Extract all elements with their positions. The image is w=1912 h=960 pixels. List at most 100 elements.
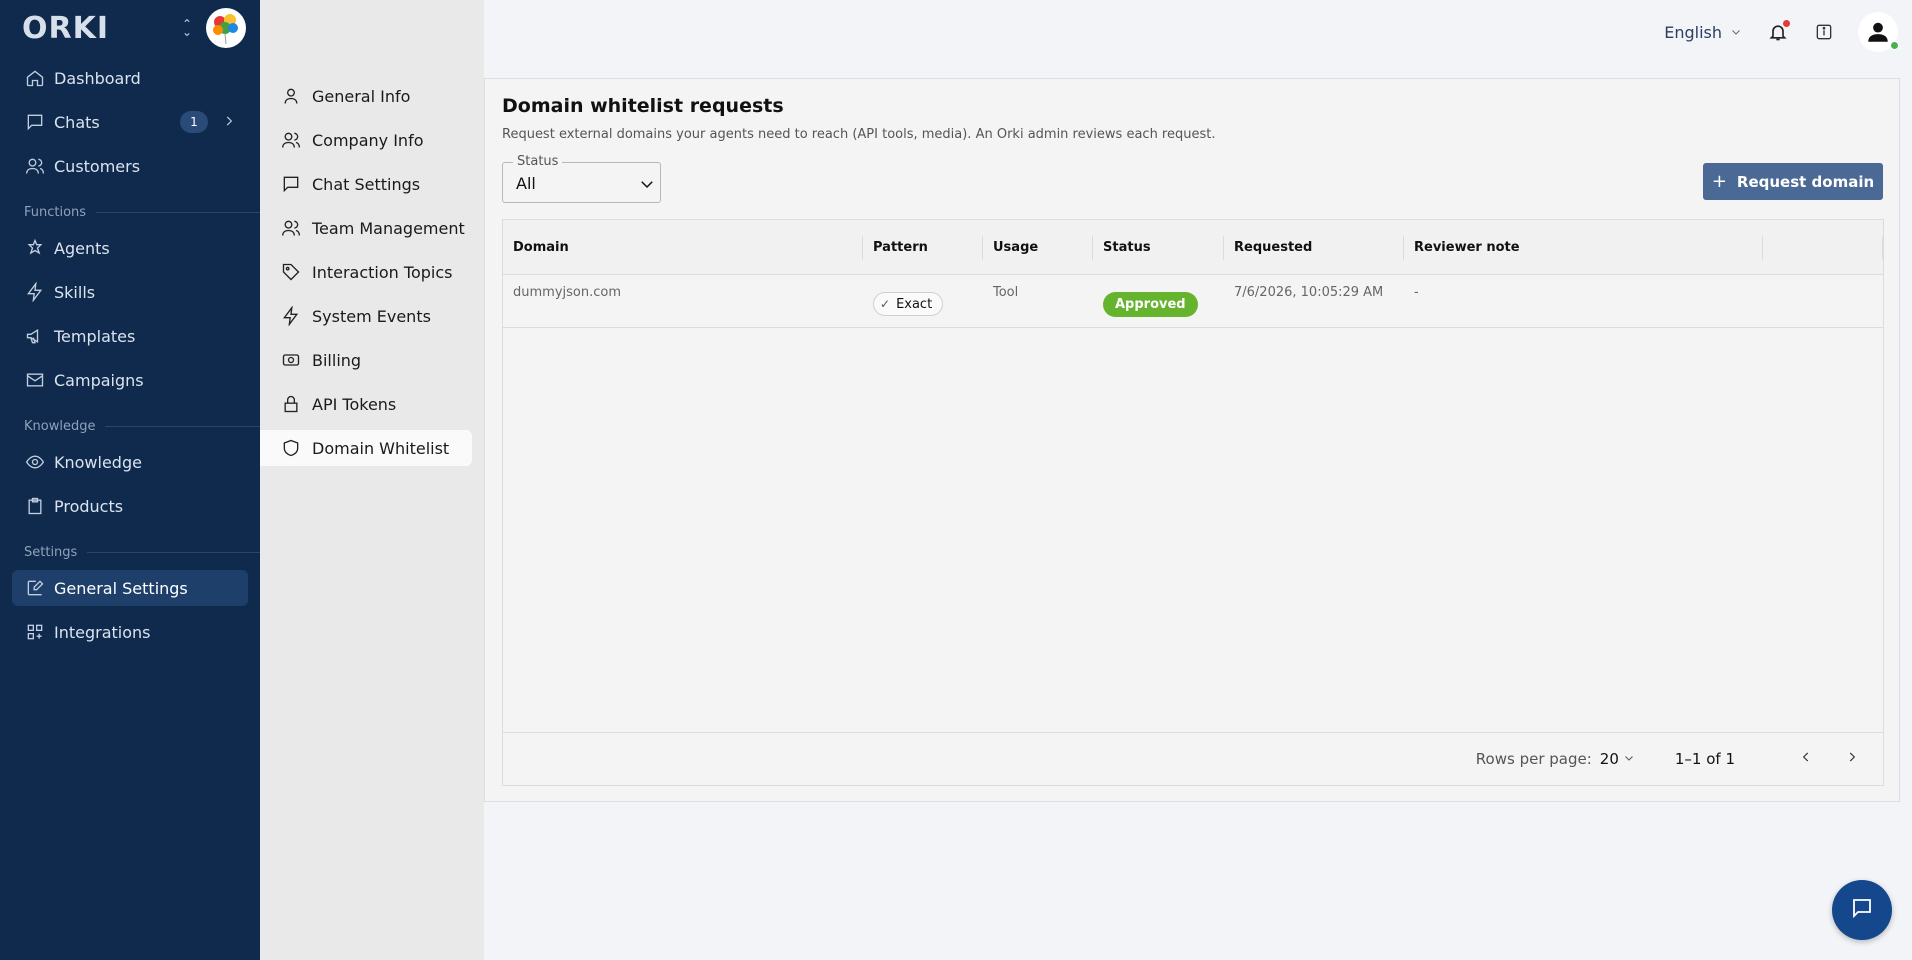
agents-icon: [24, 237, 46, 259]
notifications-bell-icon[interactable]: [1766, 20, 1790, 44]
submenu-item-general-info[interactable]: General Info: [260, 78, 472, 114]
chats-count-badge: 1: [180, 111, 208, 133]
column-header-pattern[interactable]: Pattern: [863, 220, 983, 274]
cell-status: Approved: [1093, 275, 1224, 327]
domain-whitelist-card: Domain whitelist requests Request extern…: [484, 78, 1900, 802]
workspace-avatar[interactable]: [206, 8, 246, 48]
request-domain-label: Request domain: [1736, 172, 1875, 191]
table-pagination: Rows per page: 20 1–1 of 1: [503, 732, 1883, 785]
sidebar-item-customers[interactable]: Customers: [12, 148, 248, 184]
clipboard-icon: [24, 495, 46, 517]
sidebar-item-knowledge[interactable]: Knowledge: [12, 444, 248, 480]
submenu-item-label: Billing: [312, 350, 362, 370]
sidebar-item-label: Products: [54, 496, 124, 516]
table-row[interactable]: dummyjson.com ✓ Exact Tool Approved 7/6/…: [503, 275, 1883, 328]
submenu-item-label: Interaction Topics: [312, 262, 453, 282]
status-filter-label: Status: [513, 154, 563, 169]
sidebar-item-label: Agents: [54, 238, 110, 258]
chevron-down-icon: [1623, 750, 1635, 768]
submenu-item-label: Company Info: [312, 130, 424, 150]
submenu-item-domain-whitelist[interactable]: Domain Whitelist: [260, 430, 472, 466]
submenu-item-label: Chat Settings: [312, 174, 421, 194]
info-icon[interactable]: [1812, 20, 1836, 44]
column-header-usage[interactable]: Usage: [983, 220, 1093, 274]
chat-icon: [280, 173, 302, 195]
user-avatar[interactable]: [1858, 12, 1899, 52]
status-filter-select[interactable]: Status All: [502, 154, 661, 203]
section-knowledge: Knowledge: [0, 414, 260, 438]
sidebar-item-label: Integrations: [54, 622, 151, 642]
sidebar-item-campaigns[interactable]: Campaigns: [12, 362, 248, 398]
section-title: Settings: [24, 544, 78, 560]
chevron-right-icon[interactable]: [222, 113, 236, 132]
language-selector[interactable]: English: [1664, 23, 1742, 42]
cell-requested: 7/6/2026, 10:05:29 AM: [1234, 285, 1384, 300]
lock-icon: [280, 393, 302, 415]
user-icon: [280, 85, 302, 107]
online-status-dot: [1890, 41, 1899, 50]
edit-icon: [24, 577, 46, 599]
sidebar-item-chats[interactable]: Chats 1: [12, 104, 248, 140]
top-bar: English: [484, 0, 1912, 64]
notification-dot: [1783, 20, 1790, 27]
shield-icon: [280, 437, 302, 459]
previous-page-icon[interactable]: [1799, 750, 1813, 768]
table-header: Domain Pattern Usage Status Requested Re…: [503, 220, 1883, 275]
language-label: English: [1664, 22, 1722, 42]
column-header-reviewer-note[interactable]: Reviewer note: [1404, 220, 1763, 274]
bolt-icon: [280, 305, 302, 327]
main-sidebar: ORKI ⌃ ⌄ Dashboard Chats 1 Customers Fun…: [0, 0, 260, 960]
brand-bar: ORKI ⌃ ⌄: [0, 0, 260, 56]
submenu-item-label: Team Management: [312, 218, 465, 238]
rows-per-page-value: 20: [1599, 750, 1619, 768]
column-header-domain[interactable]: Domain: [503, 220, 863, 274]
sidebar-item-integrations[interactable]: Integrations: [12, 614, 248, 650]
cell-usage: Tool: [993, 285, 1019, 300]
sidebar-item-dashboard[interactable]: Dashboard: [12, 60, 248, 96]
workspace-switch-icon[interactable]: ⌃ ⌄: [182, 18, 192, 38]
sidebar-item-label: Customers: [54, 156, 141, 176]
megaphone-icon: [24, 325, 46, 347]
submenu-item-api-tokens[interactable]: API Tokens: [260, 386, 472, 422]
submenu-item-chat-settings[interactable]: Chat Settings: [260, 166, 472, 202]
sidebar-item-label: Campaigns: [54, 370, 144, 390]
section-settings: Settings: [0, 540, 260, 564]
users-icon: [280, 129, 302, 151]
sidebar-item-products[interactable]: Products: [12, 488, 248, 524]
tag-icon: [280, 261, 302, 283]
sidebar-item-label: Dashboard: [54, 68, 141, 88]
rows-per-page-select[interactable]: 20: [1600, 750, 1635, 768]
pagination-range: 1–1 of 1: [1674, 750, 1735, 768]
settings-submenu: General Info Company Info Chat Settings …: [260, 0, 484, 960]
submenu-item-interaction-topics[interactable]: Interaction Topics: [260, 254, 472, 290]
column-header-status[interactable]: Status: [1093, 220, 1224, 274]
pattern-label: Exact: [896, 296, 933, 312]
plus-icon: +: [1711, 171, 1727, 192]
submenu-item-label: General Info: [312, 86, 411, 106]
chat-icon: [24, 111, 46, 133]
orki-logo[interactable]: ORKI: [22, 11, 109, 46]
sidebar-item-label: Templates: [54, 326, 136, 346]
chevron-down-icon: [1730, 23, 1742, 42]
page-description: Request external domains your agents nee…: [502, 127, 1216, 142]
chevron-down-icon: [638, 175, 656, 197]
sidebar-item-templates[interactable]: Templates: [12, 318, 248, 354]
column-header-requested[interactable]: Requested: [1224, 220, 1404, 274]
check-icon: ✓: [880, 297, 891, 311]
sidebar-item-label: Knowledge: [54, 452, 142, 472]
submenu-item-company-info[interactable]: Company Info: [260, 122, 472, 158]
submenu-item-system-events[interactable]: System Events: [260, 298, 472, 334]
sidebar-item-label: Chats: [54, 112, 100, 132]
domain-requests-table: Domain Pattern Usage Status Requested Re…: [502, 219, 1884, 786]
sidebar-item-general-settings[interactable]: General Settings: [12, 570, 248, 606]
submenu-item-team-management[interactable]: Team Management: [260, 210, 472, 246]
request-domain-button[interactable]: + Request domain: [1703, 163, 1883, 200]
section-functions: Functions: [0, 200, 260, 224]
next-page-icon[interactable]: [1845, 750, 1859, 768]
chat-support-button[interactable]: [1832, 880, 1892, 940]
submenu-item-billing[interactable]: Billing: [260, 342, 472, 378]
sidebar-item-agents[interactable]: Agents: [12, 230, 248, 266]
sidebar-item-skills[interactable]: Skills: [12, 274, 248, 310]
section-title: Functions: [24, 204, 87, 220]
pattern-chip: ✓ Exact: [873, 292, 944, 316]
